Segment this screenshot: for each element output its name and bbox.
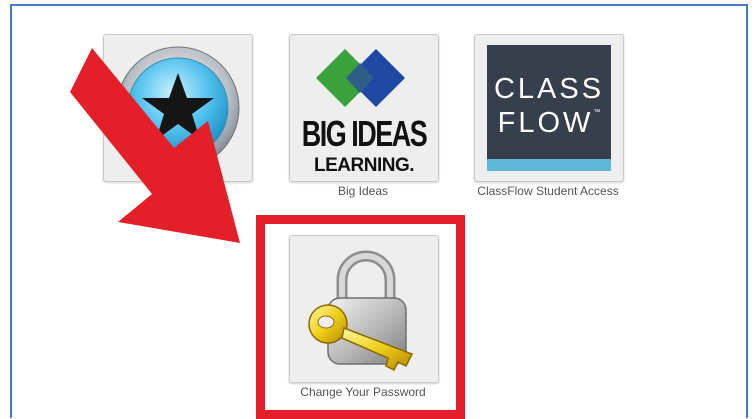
annotation-highlight-box <box>256 215 465 419</box>
